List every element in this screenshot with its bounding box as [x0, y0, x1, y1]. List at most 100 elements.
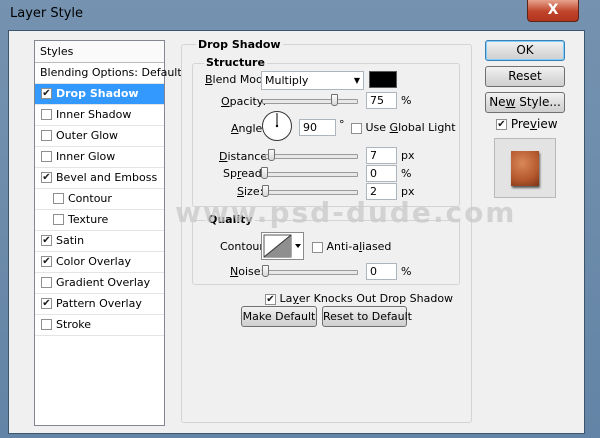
- style-items: ✔ Drop Shadow Inner Shadow Outer Glow Inner …: [35, 84, 164, 336]
- style-item-label: Satin: [56, 234, 85, 247]
- blending-options-label: Blending Options: Default: [40, 66, 182, 79]
- anti-aliased-box[interactable]: [312, 241, 323, 253]
- linear-contour-icon: [263, 234, 301, 258]
- style-item-checkbox[interactable]: [41, 151, 52, 162]
- noise-label: Noise:: [230, 265, 264, 278]
- style-item-checkbox[interactable]: [41, 130, 52, 141]
- contour-picker[interactable]: [261, 232, 304, 260]
- style-item-label: Bevel and Emboss: [56, 171, 158, 184]
- reset-to-default-button[interactable]: Reset to Default: [322, 306, 412, 327]
- use-global-light-text-pre: Use: [365, 121, 390, 134]
- style-item-label: Gradient Overlay: [56, 276, 151, 289]
- noise-slider-thumb[interactable]: [262, 265, 269, 277]
- new-style-text-rest: Style...: [515, 95, 561, 109]
- spread-slider-thumb[interactable]: [261, 167, 268, 179]
- style-item[interactable]: Texture: [35, 210, 164, 231]
- distance-slider[interactable]: [265, 149, 358, 161]
- opacity-slider-thumb[interactable]: [330, 94, 338, 106]
- style-item-checkbox[interactable]: [41, 277, 52, 288]
- structure-title: Structure: [204, 56, 267, 69]
- style-item[interactable]: ✔ Satin: [35, 231, 164, 252]
- spread-unit: %: [401, 167, 412, 180]
- anti-aliased-label: Anti-aliased: [327, 240, 392, 253]
- opacity-input[interactable]: 75: [366, 92, 397, 109]
- spread-slider[interactable]: [261, 167, 358, 179]
- style-item-label: Drop Shadow: [56, 87, 139, 100]
- spread-input[interactable]: 0: [366, 165, 397, 182]
- shadow-color-swatch[interactable]: [369, 71, 397, 88]
- style-item-label: Pattern Overlay: [56, 297, 142, 310]
- style-item-checkbox[interactable]: ✔: [41, 235, 52, 246]
- preview-text-rest: iew: [537, 117, 558, 131]
- angle-dial-graphic: [262, 111, 292, 141]
- use-global-light-box[interactable]: [351, 122, 362, 134]
- preview-label: Preview: [511, 117, 558, 131]
- style-item[interactable]: Inner Shadow: [35, 105, 164, 126]
- style-item[interactable]: Outer Glow: [35, 126, 164, 147]
- spread-label: Spread:: [223, 167, 265, 180]
- make-default-button[interactable]: Make Default: [241, 306, 317, 327]
- noise-input[interactable]: 0: [366, 263, 397, 280]
- opacity-slider[interactable]: [262, 94, 358, 106]
- window-title: Layer Style: [10, 6, 84, 21]
- style-item-checkbox[interactable]: [41, 319, 52, 330]
- anti-aliased-text-pre: Anti-a: [326, 240, 360, 253]
- distance-unit: px: [401, 149, 415, 162]
- angle-dial[interactable]: [261, 110, 293, 142]
- style-item[interactable]: ✔ Pattern Overlay: [35, 294, 164, 315]
- anti-aliased-checkbox[interactable]: Anti-aliased: [312, 240, 391, 253]
- distance-slider-thumb[interactable]: [268, 149, 275, 161]
- preview-swatch: [511, 151, 539, 186]
- spread-label-text-pre: Sp: [223, 167, 237, 180]
- use-global-light-checkbox[interactable]: Use Global Light: [351, 121, 456, 134]
- blend-mode-label-accel: B: [205, 73, 213, 86]
- style-item[interactable]: ✔ Drop Shadow: [35, 84, 164, 105]
- styles-header[interactable]: Styles: [35, 41, 164, 63]
- close-button[interactable]: X: [527, 0, 579, 22]
- use-global-light-label: Use Global Light: [366, 121, 456, 134]
- opacity-label: Opacity:: [221, 95, 266, 108]
- new-style-button[interactable]: New Style...: [485, 92, 565, 113]
- blend-mode-value: Multiply: [265, 74, 309, 87]
- style-item-label: Stroke: [56, 318, 92, 331]
- angle-input[interactable]: 90: [299, 119, 336, 136]
- style-item-checkbox[interactable]: [53, 214, 64, 225]
- distance-input[interactable]: 7: [366, 147, 397, 164]
- knocks-out-box[interactable]: ✔: [265, 293, 276, 305]
- style-item-label: Texture: [68, 213, 109, 226]
- style-item[interactable]: Stroke: [35, 315, 164, 336]
- style-item-label: Contour: [68, 192, 112, 205]
- angle-unit: °: [339, 118, 345, 131]
- use-global-light-text-rest: lobal Light: [398, 121, 456, 134]
- style-item-checkbox[interactable]: ✔: [41, 298, 52, 309]
- style-item[interactable]: ✔ Bevel and Emboss: [35, 168, 164, 189]
- watermark: www.psd-dude.com: [175, 196, 517, 229]
- reset-button[interactable]: Reset: [485, 66, 565, 87]
- style-item-checkbox[interactable]: ✔: [41, 88, 52, 99]
- size-slider[interactable]: [262, 185, 358, 197]
- noise-label-accel: N: [230, 265, 239, 278]
- preview-thumbnail: [494, 138, 556, 198]
- title-bar[interactable]: Layer Style X: [0, 0, 600, 28]
- style-item-checkbox[interactable]: [53, 193, 64, 204]
- style-item[interactable]: Inner Glow: [35, 147, 164, 168]
- opacity-label-text: pacity:: [229, 95, 267, 108]
- ok-button[interactable]: OK: [485, 40, 565, 61]
- new-style-accel: w: [505, 95, 516, 109]
- chevron-down-icon: ▼: [353, 76, 360, 85]
- style-item-checkbox[interactable]: ✔: [41, 256, 52, 267]
- blending-options-item[interactable]: Blending Options: Default: [35, 63, 182, 84]
- style-item[interactable]: Contour: [35, 189, 164, 210]
- noise-slider[interactable]: [262, 265, 358, 277]
- style-item[interactable]: Gradient Overlay: [35, 273, 164, 294]
- style-item[interactable]: ✔ Color Overlay: [35, 252, 164, 273]
- preview-box[interactable]: ✔: [496, 119, 507, 130]
- style-item-checkbox[interactable]: ✔: [41, 172, 52, 183]
- preview-checkbox[interactable]: ✔ Preview: [496, 117, 558, 131]
- blend-mode-select[interactable]: Multiply ▼: [261, 71, 364, 90]
- styles-list: Styles Blending Options: Default ✔ Drop S…: [34, 40, 182, 426]
- style-item-checkbox[interactable]: [41, 109, 52, 120]
- anti-aliased-text-rest: iased: [362, 240, 392, 253]
- knocks-out-checkbox[interactable]: ✔ Layer Knocks Out Drop Shadow: [265, 292, 453, 305]
- noise-label-text: oise:: [238, 265, 265, 278]
